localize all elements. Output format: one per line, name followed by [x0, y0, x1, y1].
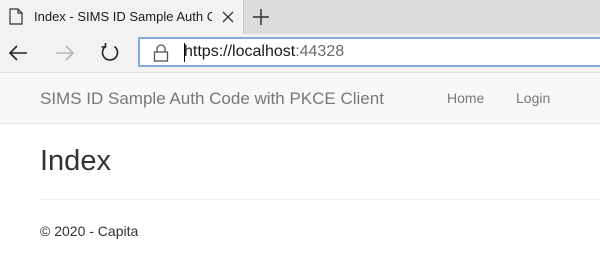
browser-toolbar: https://localhost:44328 — [0, 34, 600, 72]
address-bar[interactable]: https://localhost:44328 — [138, 37, 600, 67]
arrow-left-icon[interactable] — [7, 42, 29, 64]
footer-copyright: © 2020 - Capita — [40, 223, 139, 239]
refresh-icon[interactable] — [99, 42, 121, 64]
url-host: localhost — [232, 43, 296, 60]
close-icon[interactable] — [221, 10, 235, 24]
browser-tab[interactable]: Index - SIMS ID Sample Auth Code — [0, 0, 244, 34]
url-scheme: https:// — [184, 43, 233, 60]
plus-icon[interactable] — [251, 7, 271, 27]
page-title: Index — [40, 145, 111, 177]
nav-login-link[interactable]: Login — [516, 90, 550, 106]
tab-strip: Index - SIMS ID Sample Auth Code — [0, 0, 600, 34]
text-caret — [184, 43, 185, 62]
nav-home-link[interactable]: Home — [447, 90, 484, 106]
lock-icon[interactable] — [153, 44, 169, 62]
url-port: :44328 — [295, 43, 345, 60]
url-text[interactable]: https://localhost:44328 — [184, 43, 344, 61]
tab-title: Index - SIMS ID Sample Auth Code — [34, 9, 212, 24]
site-brand-link[interactable]: SIMS ID Sample Auth Code with PKCE Clien… — [40, 89, 384, 109]
site-navbar: SIMS ID Sample Auth Code with PKCE Clien… — [0, 72, 600, 124]
arrow-right-icon[interactable] — [54, 42, 76, 64]
page-icon — [9, 8, 23, 25]
footer-divider — [40, 199, 600, 200]
